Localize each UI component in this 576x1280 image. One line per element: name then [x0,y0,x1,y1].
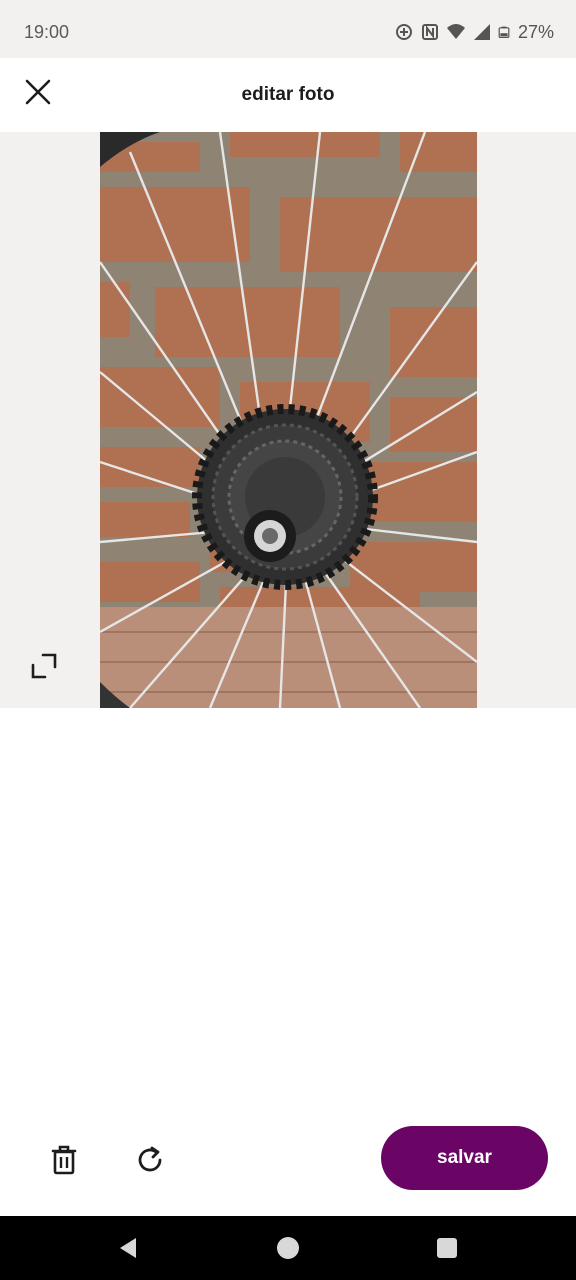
save-button[interactable]: salvar [381,1126,548,1190]
page-title: editar foto [241,84,335,105]
status-time: 19:00 [24,22,70,42]
battery-icon [498,26,510,38]
navigation-bar [0,1216,576,1280]
signal-icon [473,24,490,40]
bottom-toolbar: salvar [0,1120,576,1200]
battery-percentage: 27% [517,21,554,42]
rotate-button[interactable] [130,1140,170,1180]
expand-icon [31,653,57,679]
nfc-icon [421,24,438,40]
back-icon[interactable] [116,1236,140,1260]
trash-icon [51,1145,77,1175]
home-icon[interactable] [277,1237,299,1259]
data-saver-icon [395,24,412,40]
photo-area [0,132,576,708]
delete-button[interactable] [44,1140,84,1180]
bike-wheel-photo [100,132,477,708]
expand-button[interactable] [26,648,62,684]
wifi-icon [446,24,465,39]
photo-image[interactable] [100,132,477,708]
status-icons: 27% [394,20,554,44]
recents-icon[interactable] [437,1238,457,1258]
rotate-icon [138,1146,162,1172]
status-bar: 19:00 27% [0,0,576,58]
header: editar foto [0,58,576,132]
